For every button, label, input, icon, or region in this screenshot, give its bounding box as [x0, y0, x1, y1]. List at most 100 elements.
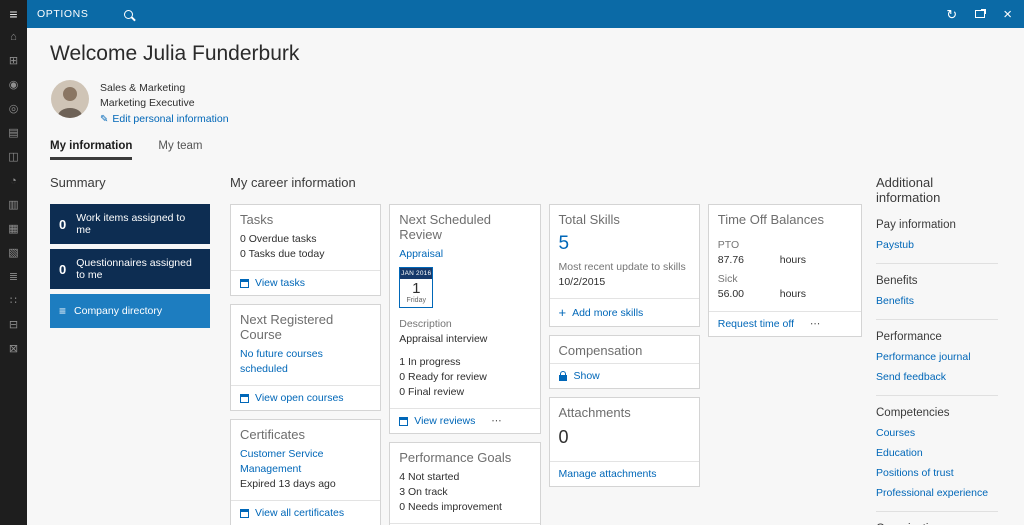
network-icon[interactable]: ◎ — [9, 103, 19, 115]
performance-goals-card: Performance Goals 4 Not started 3 On tra… — [389, 442, 541, 525]
nav-rail: ≡ ⌂ ⊞ ◉ ◎ ▤ ◫ ◔ ▥ ▦ ▧ ≣ ∷ ⊟ ⊠ — [0, 0, 27, 525]
review-type-link[interactable]: Appraisal — [399, 247, 530, 262]
calendar-day-number: 1 — [412, 280, 421, 297]
paystub-link[interactable]: Paystub — [876, 239, 998, 251]
tab-bar: My information My team — [50, 140, 1024, 160]
profile-info: Sales & Marketing Marketing Executive ✎ … — [100, 80, 229, 127]
calendar-month-label: JAN 2016 — [400, 268, 433, 279]
questionnaires-count: 0 — [59, 261, 67, 277]
reviews-ready-line: 0 Ready for review — [399, 371, 487, 383]
request-time-off-link[interactable]: Request time off ⋯ — [708, 311, 861, 336]
certificates-card: Certificates Customer Service Management… — [230, 419, 382, 525]
show-compensation-label[interactable]: Show — [574, 370, 600, 382]
view-reviews-label[interactable]: View reviews — [414, 415, 475, 427]
attachments-card-title: Attachments — [558, 405, 631, 420]
summary-heading: Summary — [50, 175, 106, 190]
tab-my-information[interactable]: My information — [50, 140, 133, 160]
avatar-head-shape — [63, 87, 77, 101]
add-more-skills-label[interactable]: Add more skills — [572, 307, 643, 319]
window-controls: ↻ × — [946, 7, 1012, 22]
skills-update-date: 10/2/2015 — [558, 276, 606, 288]
view-all-certificates-link[interactable]: View all certificates — [231, 500, 381, 525]
skills-update-label: Most recent update to skills — [558, 261, 686, 273]
view-open-courses-link[interactable]: View open courses — [231, 385, 381, 410]
avatar-body-shape — [58, 108, 82, 118]
compensation-card: Compensation Show — [548, 335, 700, 389]
view-tasks-label[interactable]: View tasks — [255, 277, 305, 289]
tasks-due-today-line: 0 Tasks due today — [240, 248, 325, 260]
pto-value: 87.76 — [717, 254, 745, 266]
manage-attachments-label[interactable]: Manage attachments — [559, 468, 657, 480]
overdue-tasks-line: 0 Overdue tasks — [240, 233, 317, 245]
dashboard-columns: Summary 0 Work items assigned to me 0 Qu… — [50, 175, 1024, 525]
grid-icon[interactable]: ∷ — [10, 295, 17, 307]
settings-icon[interactable]: ⊠ — [9, 343, 18, 355]
tab-my-team[interactable]: My team — [158, 140, 202, 160]
performance-group: Performance Performance journal Send fee… — [876, 331, 998, 396]
goals-card-title: Performance Goals — [399, 450, 512, 465]
manage-attachments-link[interactable]: Manage attachments — [549, 461, 699, 486]
edit-personal-info-link[interactable]: ✎ Edit personal information — [100, 112, 229, 127]
certificates-card-title: Certificates — [240, 427, 306, 442]
view-open-courses-label[interactable]: View open courses — [255, 392, 344, 404]
request-time-off-label[interactable]: Request time off — [718, 318, 794, 330]
questionnaires-label: Questionnaires assigned to me — [76, 257, 192, 281]
people-icon[interactable]: ◉ — [9, 79, 19, 91]
goals-needs-improvement-line: 0 Needs improvement — [399, 501, 502, 513]
briefcase-icon[interactable]: ⊟ — [9, 319, 18, 331]
view-reviews-link[interactable]: View reviews ⋯ — [390, 408, 540, 433]
review-card-title: Next Scheduled Review — [399, 212, 492, 242]
review-more-menu[interactable]: ⋯ — [491, 415, 503, 427]
benefits-link[interactable]: Benefits — [876, 295, 998, 307]
list-icon[interactable]: ≣ — [9, 271, 18, 283]
questionnaires-tile[interactable]: 0 Questionnaires assigned to me — [50, 249, 210, 289]
add-more-skills-link[interactable]: + Add more skills — [549, 298, 699, 326]
menu-icon[interactable]: ≡ — [9, 7, 17, 21]
options-menu-button[interactable]: OPTIONS — [37, 8, 88, 20]
page-title: Welcome Julia Funderburk — [50, 42, 300, 65]
courses-link[interactable]: Courses — [876, 427, 998, 439]
close-icon[interactable]: × — [1003, 7, 1012, 22]
pay-information-title: Pay information — [876, 219, 956, 231]
documents-icon[interactable]: ▥ — [8, 199, 18, 211]
education-link[interactable]: Education — [876, 447, 998, 459]
company-directory-tile[interactable]: ≡ Company directory — [50, 294, 210, 328]
time-off-more-menu[interactable]: ⋯ — [810, 318, 822, 330]
performance-title: Performance — [876, 331, 942, 343]
refresh-icon[interactable]: ↻ — [946, 8, 957, 21]
checklist-icon[interactable]: ▤ — [8, 127, 18, 139]
professional-experience-link[interactable]: Professional experience — [876, 487, 998, 499]
course-status-line[interactable]: No future courses scheduled — [240, 347, 371, 377]
journal-icon[interactable]: ▦ — [8, 223, 18, 235]
show-compensation-link[interactable]: Show — [549, 363, 699, 388]
performance-journal-link[interactable]: Performance journal — [876, 351, 998, 363]
person-icon[interactable]: ◔ — [10, 175, 17, 187]
edit-link-label[interactable]: Edit personal information — [112, 112, 228, 127]
view-tasks-link[interactable]: View tasks — [231, 270, 381, 295]
top-navbar: OPTIONS ↻ × — [27, 0, 1024, 28]
career-column-4: Time Off Balances PTO 87.76 hours Sick 5… — [707, 204, 862, 525]
view-all-certificates-label[interactable]: View all certificates — [255, 507, 344, 519]
skills-card-title: Total Skills — [558, 212, 620, 227]
org-chart-icon[interactable]: ⊞ — [9, 55, 18, 67]
home-icon[interactable]: ⌂ — [10, 31, 17, 43]
attachments-card: Attachments 0 Manage attachments — [548, 397, 700, 487]
time-off-balances-card: Time Off Balances PTO 87.76 hours Sick 5… — [707, 204, 862, 337]
department-label: Sales & Marketing — [100, 82, 186, 94]
employees-icon[interactable]: ◫ — [8, 151, 18, 163]
lock-icon — [558, 370, 567, 381]
sick-label: Sick — [717, 273, 738, 285]
profile-summary: Sales & Marketing Marketing Executive ✎ … — [51, 80, 1024, 127]
page-content: Welcome Julia Funderburk Sales & Marketi… — [27, 28, 1024, 525]
work-items-tile[interactable]: 0 Work items assigned to me — [50, 204, 210, 244]
sick-unit: hours — [779, 288, 807, 300]
search-icon[interactable] — [124, 9, 134, 19]
send-feedback-link[interactable]: Send feedback — [876, 371, 998, 383]
certificate-name-link[interactable]: Customer Service Management — [240, 447, 371, 477]
benefits-group: Benefits Benefits — [876, 275, 998, 320]
pto-label: PTO — [717, 239, 740, 251]
certificate-icon — [240, 508, 249, 518]
reports-icon[interactable]: ▧ — [8, 247, 18, 259]
popout-icon[interactable] — [975, 9, 987, 18]
positions-of-trust-link[interactable]: Positions of trust — [876, 467, 998, 479]
